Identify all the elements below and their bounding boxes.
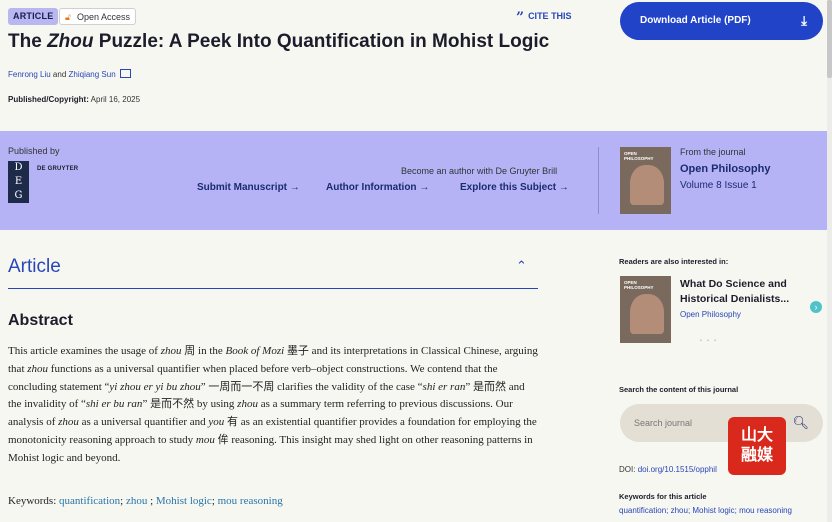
search-journal-label: Search the content of this journal — [619, 385, 739, 394]
sidebar-keywords-list[interactable]: quantification; zhou; Mohist logic; mou … — [619, 506, 792, 515]
quote-icon: ” — [516, 10, 525, 26]
open-access-label: Open Access — [77, 12, 131, 22]
search-journal-input[interactable]: Search journal 🔍︎ — [620, 404, 823, 442]
related-cover[interactable]: OPEN PHILOSOPHY — [620, 276, 671, 343]
abstract-heading: Abstract — [8, 312, 73, 329]
search-placeholder: Search journal — [634, 418, 693, 428]
explore-subject-link[interactable]: Explore this Subject → — [460, 182, 569, 193]
author-link-liu[interactable]: Fenrong Liu — [8, 70, 51, 79]
published-by-label: Published by — [8, 146, 60, 156]
related-journal-name: Open Philosophy — [680, 310, 741, 319]
download-icon: ⤓ — [801, 13, 807, 28]
become-author-text: Become an author with De Gruyter Brill — [401, 166, 558, 176]
from-journal-label: From the journal — [680, 147, 746, 157]
section-rule — [8, 288, 538, 289]
journal-name-link[interactable]: Open Philosophy — [680, 163, 770, 175]
mail-icon[interactable] — [119, 69, 131, 78]
readers-interested-label: Readers are also interested in: — [619, 257, 729, 266]
keyword-link[interactable]: mou reasoning — [218, 495, 283, 507]
author-information-link[interactable]: Author Information → — [326, 182, 429, 193]
journal-cover[interactable]: OPEN PHILOSOPHY — [620, 147, 671, 214]
cover-title: OPEN PHILOSOPHY — [624, 151, 654, 161]
abstract-text: This article examines the usage of zhou … — [8, 345, 538, 464]
keyword-link[interactable]: Mohist logic — [156, 495, 212, 507]
keywords-line: Keywords: quantification; zhou ; Mohist … — [8, 495, 283, 507]
chevron-right-icon[interactable]: › — [810, 301, 822, 313]
volume-issue-link[interactable]: Volume 8 Issue 1 — [680, 180, 757, 191]
scrollbar-thumb[interactable] — [827, 0, 832, 78]
arrow-right-icon: → — [558, 182, 569, 193]
article-section-title[interactable]: Article — [8, 256, 61, 278]
keyword-link[interactable]: quantification — [59, 495, 120, 507]
submit-manuscript-link[interactable]: Submit Manuscript → — [197, 182, 300, 193]
chevron-up-icon[interactable]: ⌃ — [516, 258, 527, 274]
author-link-sun[interactable]: Zhiqiang Sun — [69, 70, 116, 79]
publisher-name: DE GRUYTER — [37, 166, 79, 172]
article-title: The Zhou Puzzle: A Peek Into Quantificat… — [8, 31, 550, 52]
cover-title: OPEN PHILOSOPHY — [624, 280, 654, 290]
arrow-right-icon: → — [419, 182, 430, 193]
de-gruyter-logo[interactable]: DEG — [8, 161, 29, 203]
sidebar-keywords-label: Keywords for this article — [619, 492, 707, 501]
authors: Fenrong Liu and Zhiqiang Sun — [8, 69, 131, 79]
search-icon[interactable]: 🔍︎ — [792, 404, 809, 442]
related-article-title[interactable]: What Do Science and Historical Denialist… — [680, 277, 808, 307]
band-divider — [598, 147, 599, 214]
cite-label: CITE THIS — [528, 11, 572, 21]
carousel-dots[interactable]: • • • — [700, 338, 718, 344]
doi-link[interactable]: doi.org/10.1515/opphil — [638, 465, 717, 474]
download-pdf-button[interactable]: Download Article (PDF) ⤓ — [620, 2, 823, 40]
arrow-right-icon: → — [289, 182, 300, 193]
open-lock-icon: 🔓︎ — [65, 12, 71, 22]
keyword-link[interactable]: zhou — [126, 495, 147, 507]
open-access-badge: 🔓︎ Open Access — [59, 8, 137, 25]
doi-line: DOI: doi.org/10.1515/opphil — [619, 465, 717, 474]
watermark-logo: 山大 融媒 — [728, 417, 786, 475]
scrollbar[interactable] — [827, 0, 832, 522]
article-type-badge: ARTICLE — [8, 8, 59, 25]
download-label: Download Article (PDF) — [640, 15, 751, 26]
cite-this-link[interactable]: ” CITE THIS — [516, 10, 572, 26]
publication-date: Published/Copyright: April 16, 2025 — [8, 95, 141, 104]
